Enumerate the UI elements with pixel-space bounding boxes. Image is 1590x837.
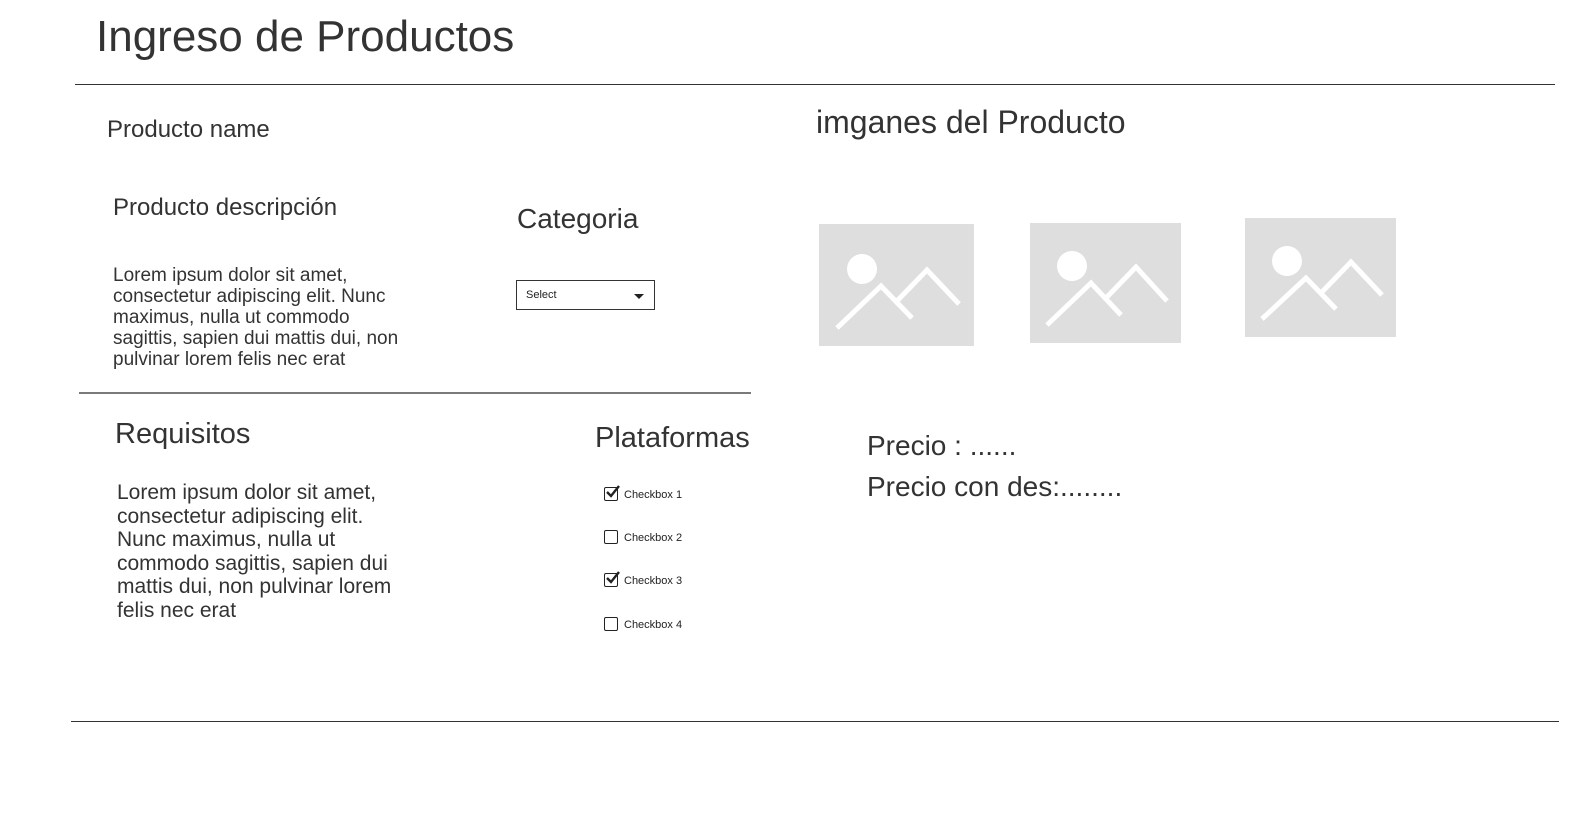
checkbox-label: Checkbox 3 bbox=[624, 575, 683, 587]
section-divider bbox=[79, 392, 751, 394]
discount-price-text: Precio con des:........ bbox=[867, 471, 1123, 502]
header-divider bbox=[75, 84, 1555, 85]
product-image-placeholder-1[interactable] bbox=[819, 224, 974, 346]
platform-checkbox-2[interactable]: Checkbox 2 bbox=[604, 530, 682, 546]
checkbox-label: Checkbox 4 bbox=[624, 619, 683, 631]
platform-checkbox-1[interactable]: Checkbox 1 bbox=[604, 485, 683, 503]
requirements-text: Lorem ipsum dolor sit amet, consectetur … bbox=[117, 481, 392, 622]
checkbox-checked-icon bbox=[604, 571, 620, 587]
platform-checkbox-4[interactable]: Checkbox 4 bbox=[604, 617, 682, 633]
checkbox-label: Checkbox 1 bbox=[624, 489, 683, 501]
category-select[interactable]: Select bbox=[516, 280, 655, 310]
category-label: Categoria bbox=[517, 203, 639, 234]
category-select-value: Select bbox=[526, 289, 557, 301]
footer-divider bbox=[71, 721, 1559, 722]
requirements-label: Requisitos bbox=[115, 418, 251, 450]
platforms-label: Plataformas bbox=[595, 422, 750, 454]
product-image-placeholder-3[interactable] bbox=[1245, 218, 1396, 337]
image-icon bbox=[1045, 251, 1169, 327]
checkbox-checked-icon bbox=[604, 485, 620, 501]
page-title: Ingreso de Productos bbox=[96, 12, 515, 61]
image-icon bbox=[1260, 246, 1384, 321]
chevron-down-icon bbox=[634, 294, 644, 299]
checkbox-label: Checkbox 2 bbox=[624, 532, 683, 544]
price-text: Precio : ...... bbox=[867, 430, 1017, 461]
product-description-label: Producto descripción bbox=[113, 194, 338, 221]
product-description-text: Lorem ipsum dolor sit amet, consectetur … bbox=[113, 265, 399, 370]
product-name-label: Producto name bbox=[107, 116, 270, 143]
checkbox-unchecked-icon bbox=[604, 617, 618, 631]
product-image-placeholder-2[interactable] bbox=[1030, 223, 1181, 343]
platform-checkbox-3[interactable]: Checkbox 3 bbox=[604, 571, 683, 589]
images-label: imganes del Producto bbox=[816, 104, 1126, 140]
image-icon bbox=[835, 254, 961, 330]
checkbox-unchecked-icon bbox=[604, 530, 618, 544]
